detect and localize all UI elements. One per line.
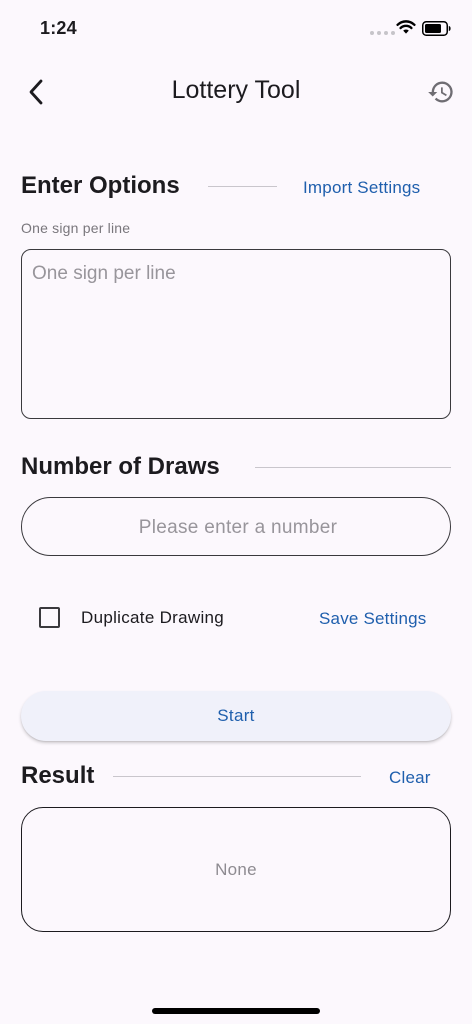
wifi-icon (396, 20, 416, 40)
start-button-label: Start (217, 706, 255, 725)
draws-section-title: Number of Draws (21, 453, 220, 480)
draws-input[interactable] (22, 498, 454, 557)
history-icon (428, 81, 453, 103)
home-indicator (152, 1008, 320, 1014)
history-button[interactable] (424, 75, 458, 109)
draws-input-container (21, 497, 454, 557)
result-section-title: Result (21, 762, 95, 789)
save-settings-link[interactable]: Save Settings (319, 609, 427, 629)
draws-divider (255, 467, 451, 468)
options-textarea-container (21, 249, 451, 419)
duplicate-drawing-checkbox[interactable] (39, 607, 60, 628)
options-textarea[interactable] (22, 250, 450, 418)
clear-link[interactable]: Clear (389, 768, 431, 788)
battery-icon (422, 21, 452, 41)
duplicate-drawing-label: Duplicate Drawing (81, 608, 225, 627)
result-box: None (21, 807, 451, 932)
start-button[interactable]: Start (21, 691, 451, 741)
page-title: Lottery Tool (171, 76, 301, 104)
status-time: 1:24 (40, 18, 77, 38)
import-settings-link[interactable]: Import Settings (303, 178, 420, 198)
options-hint: One sign per line (21, 220, 131, 236)
result-value: None (215, 859, 257, 879)
result-divider (113, 776, 361, 777)
cellular-signal-icon (370, 31, 395, 35)
options-divider (208, 186, 277, 187)
options-section-title: Enter Options (21, 172, 180, 199)
